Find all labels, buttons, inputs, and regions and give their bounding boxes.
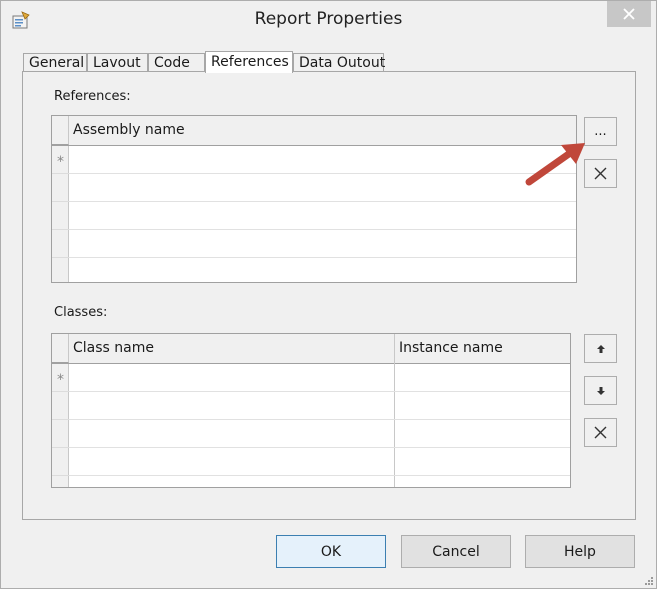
- row-header-divider: [52, 391, 69, 392]
- tab-layout[interactable]: Lavout: [87, 53, 148, 72]
- row-header-divider: [52, 173, 69, 174]
- row-divider: [69, 391, 570, 392]
- instance-name-column-header[interactable]: Instance name: [396, 334, 566, 363]
- cancel-button[interactable]: Cancel: [401, 535, 511, 568]
- row-divider: [69, 201, 576, 202]
- tab-code[interactable]: Code: [148, 53, 205, 72]
- classes-label: Classes:: [54, 305, 108, 320]
- move-class-down-button[interactable]: [584, 376, 617, 405]
- help-button[interactable]: Help: [525, 535, 635, 568]
- delete-x-icon: [594, 426, 607, 439]
- remove-class-button[interactable]: [584, 418, 617, 447]
- report-properties-dialog: Report Properties General Lavout Code Re…: [0, 0, 657, 589]
- classes-grid[interactable]: Class name Instance name *: [51, 333, 571, 488]
- row-divider: [69, 447, 570, 448]
- row-divider: [69, 173, 576, 174]
- row-divider: [69, 475, 570, 476]
- row-header-divider: [52, 229, 69, 230]
- assembly-name-column-header[interactable]: Assembly name: [70, 116, 570, 145]
- ok-button[interactable]: OK: [276, 535, 386, 568]
- column-divider: [394, 334, 395, 487]
- resize-grip-icon[interactable]: [644, 576, 654, 586]
- row-header-divider: [52, 201, 69, 202]
- references-new-row-marker: *: [57, 154, 64, 170]
- row-header-divider: [52, 475, 69, 476]
- close-button[interactable]: [607, 1, 651, 27]
- close-icon: [623, 8, 635, 20]
- tab-general[interactable]: General: [23, 53, 87, 72]
- row-divider: [69, 257, 576, 258]
- references-label: References:: [54, 89, 131, 104]
- class-name-column-header[interactable]: Class name: [70, 334, 390, 363]
- references-corner-cell: [52, 116, 69, 145]
- move-class-up-button[interactable]: [584, 334, 617, 363]
- row-header-divider: [52, 447, 69, 448]
- tab-data-output[interactable]: Data Outout: [293, 53, 385, 72]
- window-title: Report Properties: [254, 9, 403, 29]
- arrow-down-icon: [596, 386, 605, 395]
- row-header-divider: [52, 257, 69, 258]
- row-header-divider: [52, 419, 69, 420]
- tab-references[interactable]: References: [205, 51, 293, 73]
- title-bar: Report Properties: [1, 1, 656, 39]
- references-grid[interactable]: Assembly name *: [51, 115, 577, 283]
- annotation-arrow-icon: [525, 143, 585, 186]
- row-divider: [69, 419, 570, 420]
- delete-x-icon: [594, 167, 607, 180]
- row-divider: [69, 229, 576, 230]
- classes-corner-cell: [52, 334, 69, 363]
- classes-new-row-marker: *: [57, 372, 64, 388]
- arrow-up-icon: [596, 344, 605, 353]
